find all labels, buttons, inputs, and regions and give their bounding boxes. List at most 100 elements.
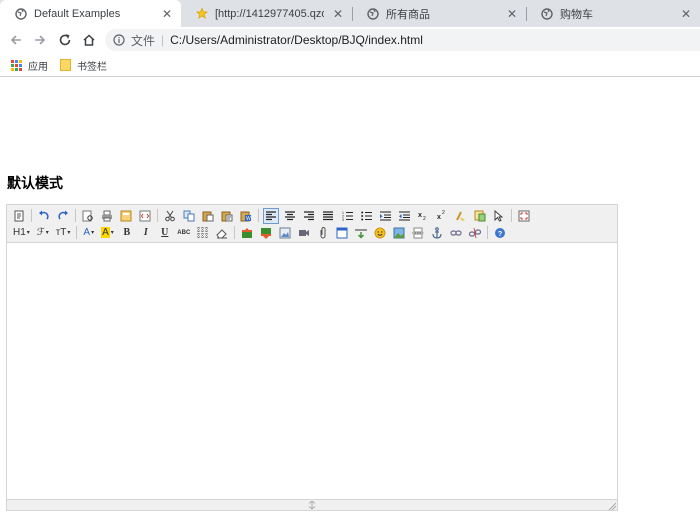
page-break-icon[interactable] [410, 225, 426, 241]
select-pointer-icon[interactable] [491, 208, 507, 224]
info-icon[interactable] [113, 34, 125, 46]
close-icon[interactable]: ✕ [330, 6, 346, 22]
font-family-dropdown[interactable]: ℱ ▾ [35, 225, 51, 241]
editor-content-area[interactable] [7, 243, 617, 500]
undo-icon[interactable] [36, 208, 52, 224]
justify-full-icon[interactable] [320, 208, 336, 224]
reload-button[interactable] [56, 31, 74, 49]
tab-cart[interactable]: 购物车 ✕ [526, 0, 700, 27]
justify-right-icon[interactable] [301, 208, 317, 224]
bookmark-folder[interactable]: 书签栏 [60, 58, 107, 73]
editor-statusbar [7, 499, 617, 510]
tab-title: 所有商品 [386, 8, 430, 21]
superscript-icon[interactable]: x2 [434, 208, 450, 224]
anchor-icon[interactable] [429, 225, 445, 241]
unordered-list-icon[interactable] [358, 208, 374, 224]
toolbar-separator [75, 209, 76, 222]
table-icon[interactable] [195, 225, 211, 241]
forecolor-button[interactable]: A ▾ [81, 225, 96, 241]
eraser-icon[interactable] [214, 225, 230, 241]
preview-icon[interactable] [80, 208, 96, 224]
image-icon[interactable] [277, 225, 293, 241]
underline-button[interactable]: U [157, 225, 173, 241]
copy-icon[interactable] [181, 208, 197, 224]
cut-icon[interactable] [162, 208, 178, 224]
indent-icon[interactable] [377, 208, 393, 224]
emoticon-icon[interactable] [372, 225, 388, 241]
fullscreen-icon[interactable] [516, 208, 532, 224]
unlink-icon[interactable] [467, 225, 483, 241]
bold-button[interactable]: B [119, 225, 135, 241]
picture-icon[interactable] [391, 225, 407, 241]
tab-qzone[interactable]: [http://1412977405.qzone.qq.com] ✕ [181, 0, 353, 27]
toolbar-separator [233, 226, 235, 239]
tab-default-examples[interactable]: Default Examples ✕ [0, 0, 181, 27]
italic-button[interactable]: I [138, 225, 154, 241]
hilite-label: A [101, 227, 110, 238]
svg-text:2: 2 [442, 210, 445, 216]
toolbar-separator [511, 209, 512, 222]
star-icon [196, 7, 208, 20]
forecolor-label: A [83, 227, 91, 238]
bold-label: B [123, 227, 131, 238]
chevron-down-icon: ▾ [91, 230, 95, 236]
svg-text:3: 3 [342, 218, 344, 221]
chevron-down-icon: ▾ [26, 230, 30, 236]
scheme-label: 文件 [131, 33, 156, 48]
heading-dropdown[interactable]: H1 ▾ [11, 225, 32, 241]
link-icon[interactable] [448, 225, 464, 241]
forward-button[interactable] [31, 31, 49, 49]
home-button[interactable] [80, 31, 98, 49]
globe-icon [15, 7, 27, 20]
address-bar[interactable]: 文件 | C:/Users/Administrator/Desktop/BJQ/… [105, 29, 700, 51]
outdent-icon[interactable] [396, 208, 412, 224]
bookmark-apps[interactable]: 应用 [11, 58, 48, 73]
chevron-down-icon: ▾ [67, 230, 71, 236]
paste-icon[interactable] [200, 208, 216, 224]
hilitecolor-button[interactable]: A ▾ [99, 225, 116, 241]
navigation-bar: 文件 | C:/Users/Administrator/Desktop/BJQ/… [0, 27, 700, 53]
redo-icon[interactable] [55, 208, 71, 224]
globe-icon [541, 7, 553, 20]
toolbar-separator [258, 209, 259, 222]
tab-title: Default Examples [34, 7, 121, 20]
svg-text:x: x [418, 212, 422, 219]
toolbar-separator [157, 209, 158, 222]
select-all-icon[interactable] [472, 208, 488, 224]
close-icon[interactable]: ✕ [678, 6, 694, 22]
attachment-icon[interactable] [315, 225, 331, 241]
font-size-dropdown[interactable]: ᴛT ▾ [54, 225, 73, 241]
template-icon[interactable] [118, 208, 134, 224]
justify-center-icon[interactable] [282, 208, 298, 224]
code-icon[interactable] [137, 208, 153, 224]
tab-all-products[interactable]: 所有商品 ✕ [352, 0, 527, 27]
resize-grip-icon[interactable] [307, 501, 317, 509]
print-icon[interactable] [99, 208, 115, 224]
source-icon[interactable] [11, 208, 27, 224]
paste-text-icon[interactable] [219, 208, 235, 224]
close-icon[interactable]: ✕ [504, 6, 520, 22]
resize-corner-icon[interactable] [608, 502, 616, 510]
chevron-down-icon: ▾ [110, 230, 114, 236]
iframe-icon[interactable] [334, 225, 350, 241]
bookmarks-bar: 应用 书签栏 [0, 53, 700, 77]
paste-word-icon[interactable]: W [238, 208, 254, 224]
ordered-list-icon[interactable]: 123 [339, 208, 355, 224]
close-icon[interactable]: ✕ [159, 6, 175, 22]
insert-column-icon[interactable] [258, 225, 274, 241]
tab-strip: Default Examples ✕ [http://1412977405.qz… [0, 0, 700, 27]
back-button[interactable] [7, 31, 25, 49]
subscript-icon[interactable]: x2 [415, 208, 431, 224]
size-label: ᴛT [55, 227, 67, 238]
insert-row-icon[interactable] [239, 225, 255, 241]
folder-icon [60, 59, 71, 71]
strikethrough-button[interactable]: ABC [176, 225, 192, 241]
justify-left-icon[interactable] [263, 207, 279, 224]
video-icon[interactable] [296, 225, 312, 241]
insert-line-icon[interactable] [353, 225, 369, 241]
help-icon[interactable]: ? [492, 225, 508, 241]
url-text: C:/Users/Administrator/Desktop/BJQ/index… [170, 33, 423, 47]
clear-format-icon[interactable] [453, 208, 469, 224]
svg-text:W: W [246, 216, 251, 222]
bookmark-label: 应用 [28, 61, 48, 73]
